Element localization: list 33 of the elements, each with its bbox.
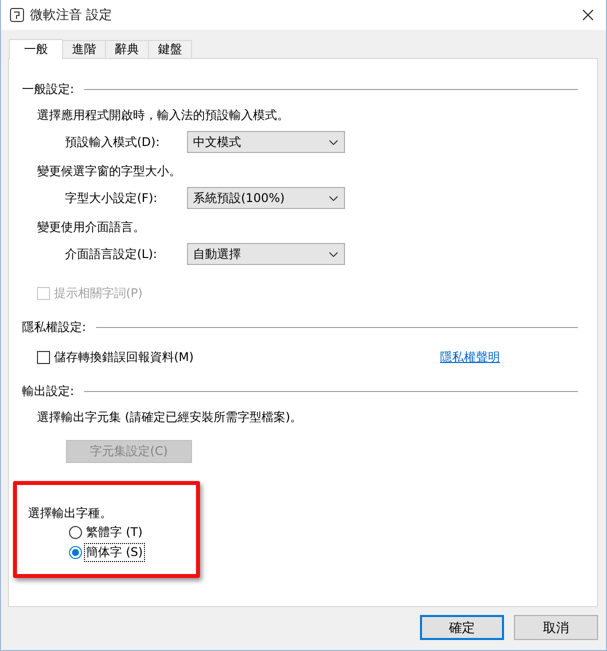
dropdown[interactable]: 系統預設(100%) [187, 187, 345, 209]
tab[interactable]: 進階 [62, 40, 106, 58]
privacy-link[interactable]: 隱私權聲明 [440, 349, 500, 366]
checkbox[interactable] [37, 351, 50, 364]
description-text: 變更候選字窗的字型大小。 [37, 163, 182, 179]
description-text: 選擇應用程式開啟時，輸入法的預設輸入模式。 [37, 107, 290, 123]
radio-button[interactable] [69, 546, 82, 558]
description-text: 選擇輸出字元集 (請確定已經安裝所需字型檔案)。 [37, 409, 304, 425]
window-title: 微軟注音 設定 [30, 7, 112, 24]
tab[interactable]: 辭典 [105, 40, 149, 58]
chevron-down-icon [329, 252, 338, 256]
description-text: 變更使用介面語言。 [37, 219, 146, 235]
app-icon [10, 8, 24, 22]
radio-label[interactable]: 簡体字 (S) [85, 544, 144, 560]
dialog-button[interactable]: 確定 [420, 615, 504, 640]
chevron-down-icon [329, 196, 338, 200]
field-label: 字型大小設定(F): [65, 190, 158, 206]
field-label: 預設輸入模式(D): [65, 134, 161, 150]
section-title: 隱私權設定: [22, 318, 86, 336]
checkbox-label[interactable]: 儲存轉換錯誤回報資料(M) [54, 349, 194, 366]
radio-label[interactable]: 繁體字 (T) [85, 524, 144, 540]
chevron-down-icon [329, 140, 338, 144]
field-label: 介面語言設定(L): [65, 246, 158, 262]
radio-button[interactable] [69, 526, 82, 538]
dropdown[interactable]: 自動選擇 [187, 243, 345, 265]
section-title: 一般設定: [22, 80, 74, 98]
section-title: 輸出設定: [22, 382, 74, 400]
close-icon[interactable] [582, 9, 594, 21]
dialog-button[interactable]: 取消 [514, 615, 598, 640]
tab[interactable]: 鍵盤 [148, 40, 192, 58]
description-text: 選擇輸出字種。 [28, 505, 113, 522]
dropdown[interactable]: 中文模式 [187, 131, 345, 153]
tab[interactable]: 一般 [9, 39, 63, 59]
